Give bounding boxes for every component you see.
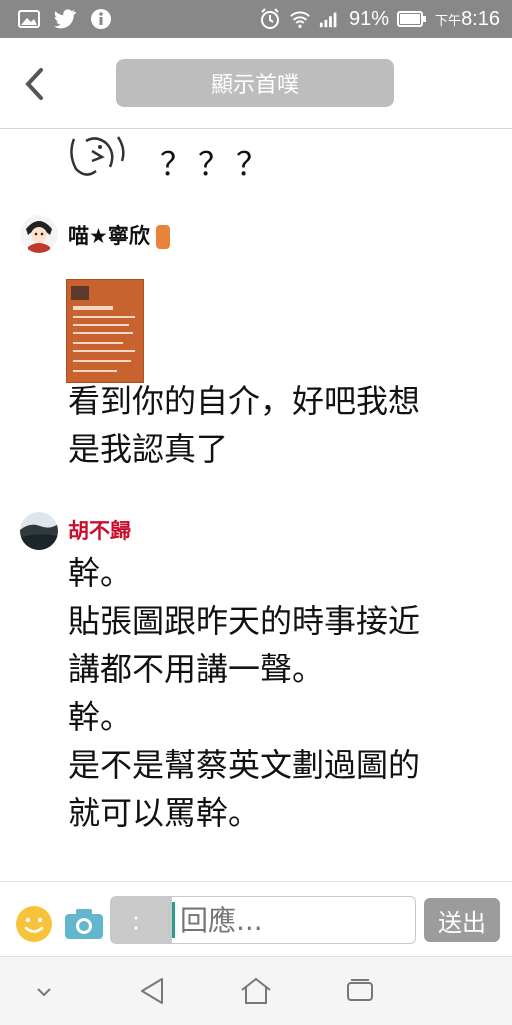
author-name: 胡不歸: [68, 519, 131, 543]
response-list[interactable]: ？？？ 喵★寧欣 看到你的自介，好吧我想 是我認真了 胡不歸 幹。 貼張圖跟昨天…: [0, 129, 512, 881]
clock-time: 8:16: [461, 7, 500, 30]
text-line: 是我認真了: [68, 430, 229, 468]
response-text: 看到你的自介，好吧我想 是我認真了: [68, 377, 420, 473]
reply-input[interactable]: [172, 896, 416, 944]
text-line: 講都不用講一聲。: [68, 650, 325, 688]
wifi-icon: [289, 8, 311, 30]
text-line: 就可以罵幹。: [68, 794, 261, 832]
text-line: 是不是幫蔡英文劃過圖的: [68, 746, 421, 784]
status-bar: 91% 下午8:16: [0, 0, 512, 38]
smile-icon[interactable]: [16, 906, 52, 942]
qualifier-selector[interactable]: ：: [110, 896, 172, 944]
sticker-image: [66, 129, 146, 179]
response-author[interactable]: 喵★寧欣: [68, 220, 170, 250]
system-nav-bar: [0, 956, 512, 1025]
avatar[interactable]: [20, 512, 58, 550]
text-line: 幹。: [68, 698, 133, 736]
recents-icon[interactable]: [340, 973, 380, 1009]
reply-bar: ： 送出: [0, 881, 512, 957]
text-line: 貼張圖跟昨天的時事接近: [68, 602, 421, 640]
avatar[interactable]: [20, 215, 58, 253]
author-name: 喵★寧欣: [68, 224, 150, 248]
back-arrow-icon[interactable]: [16, 62, 52, 106]
back-icon[interactable]: [132, 973, 172, 1009]
clock-ampm: 下午: [435, 13, 462, 29]
show-main-plurk-button[interactable]: 顯示首噗: [116, 59, 394, 107]
home-icon[interactable]: [236, 973, 276, 1009]
battery-percent: 91%: [349, 7, 390, 30]
karma-badge: [155, 225, 170, 249]
text-line: 看到你的自介，好吧我想: [68, 382, 421, 420]
hide-keyboard-icon[interactable]: [24, 973, 64, 1009]
header: 顯示首噗: [0, 38, 512, 129]
signal-icon: [319, 8, 341, 30]
attached-image-thumbnail[interactable]: [66, 279, 144, 383]
info-icon: [90, 8, 112, 30]
gallery-icon: [18, 8, 40, 30]
twitter-icon: [54, 8, 76, 30]
camera-icon[interactable]: [64, 908, 104, 940]
response-text: 幹。 貼張圖跟昨天的時事接近 講都不用講一聲。 幹。 是不是幫蔡英文劃過圖的 就…: [68, 549, 420, 837]
response-author[interactable]: 胡不歸: [68, 515, 131, 545]
text-line: 幹。: [68, 554, 133, 592]
response-text: ？？？: [160, 145, 275, 183]
alarm-icon: [259, 8, 281, 30]
text-cursor: [172, 902, 175, 938]
send-button[interactable]: 送出: [424, 898, 500, 942]
battery-icon: [397, 8, 427, 30]
